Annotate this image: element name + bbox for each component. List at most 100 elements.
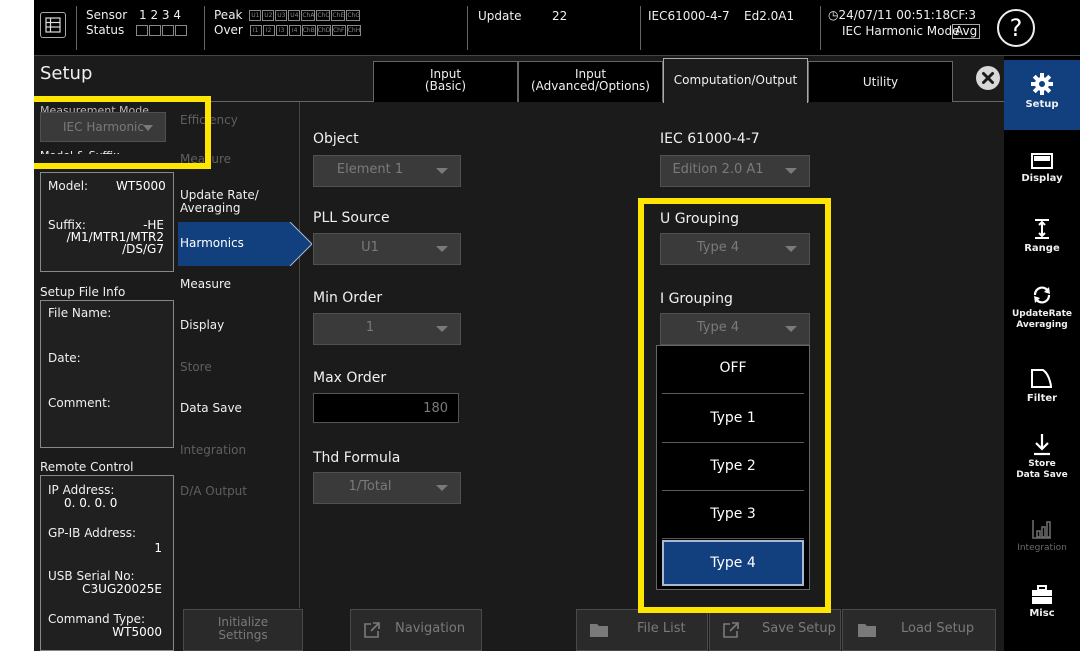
- usb-serial-value: C3UG20025E: [82, 582, 162, 596]
- menu-item-harmonics[interactable]: Harmonics: [178, 222, 312, 266]
- sidebar-item-misc[interactable]: Misc: [1004, 585, 1080, 619]
- avg-indicator: Avg: [952, 24, 981, 39]
- gpib-address-label: GP-IB Address:: [48, 526, 137, 540]
- tab-utility[interactable]: Utility: [808, 61, 953, 102]
- tab-input-basic[interactable]: Input (Basic): [373, 61, 518, 102]
- close-icon: [982, 72, 994, 84]
- menu-item-integration: Integration: [180, 443, 247, 457]
- load-setup-button[interactable]: Load Setup: [842, 609, 996, 651]
- file-list-button[interactable]: File List: [576, 609, 708, 651]
- file-name-label: File Name:: [48, 306, 112, 320]
- chevron-down-icon: [436, 485, 448, 491]
- thd-formula-label: Thd Formula: [313, 450, 401, 466]
- filter-icon: [1031, 369, 1052, 388]
- status-bar: Sensor 1 2 3 4 Status Peak U1 U2 U3 U4 ChA Ch…: [34, 0, 1080, 56]
- crest-factor: CF:3: [950, 8, 977, 22]
- standard-label: IEC61000-4-7: [648, 9, 730, 23]
- clock-icon: ◷: [828, 8, 839, 22]
- gear-icon: [1031, 73, 1053, 95]
- menu-grid-icon[interactable]: [40, 12, 66, 38]
- sidebar-item-range[interactable]: Range: [1004, 218, 1080, 254]
- selection-pointer-icon: [286, 222, 312, 266]
- model-value: WT5000: [116, 179, 166, 193]
- min-order-label: Min Order: [313, 290, 383, 306]
- over-indicators: I1 I2 I3 I4 ChB ChD ChF ChH: [249, 23, 362, 37]
- menu-item-measure[interactable]: Measure: [180, 278, 300, 291]
- status-label: Status: [86, 23, 125, 37]
- save-setup-button[interactable]: Save Setup: [709, 609, 841, 651]
- chevron-down-icon: [436, 168, 448, 174]
- refresh-icon: [1033, 286, 1051, 304]
- gpib-address-value: 1: [154, 541, 162, 555]
- help-button[interactable]: ?: [997, 9, 1035, 47]
- help-icon: ?: [1009, 14, 1023, 42]
- highlight-box-measurement-mode: [34, 96, 211, 169]
- close-button[interactable]: [976, 66, 1000, 90]
- initialize-settings-button[interactable]: Initialize Settings: [183, 609, 303, 651]
- sensor-label: Sensor: [86, 8, 128, 22]
- sidebar-item-setup[interactable]: Setup: [1004, 72, 1080, 110]
- chevron-down-icon: [785, 168, 797, 174]
- edition-label: Ed2.0A1: [744, 9, 795, 23]
- right-sidebar: [1004, 56, 1080, 651]
- pll-source-dropdown[interactable]: U1: [313, 233, 461, 265]
- peak-label: Peak: [214, 8, 243, 22]
- update-count: 22: [552, 9, 568, 23]
- status-indicators: [136, 23, 188, 37]
- max-order-label: Max Order: [313, 370, 387, 386]
- remote-control-label: Remote Control: [40, 460, 134, 474]
- instrument-screen: Sensor 1 2 3 4 Status Peak U1 U2 U3 U4 ChA Ch…: [34, 0, 1080, 651]
- object-dropdown[interactable]: Element 1: [313, 155, 461, 187]
- tab-computation-output[interactable]: Computation/Output: [663, 58, 808, 103]
- menu-item-display[interactable]: Display: [180, 319, 300, 332]
- display-icon: [1031, 153, 1053, 169]
- navigation-button[interactable]: Navigation: [350, 609, 482, 651]
- setup-file-info-label: Setup File Info: [40, 285, 126, 299]
- command-type-label: Command Type:: [48, 612, 146, 626]
- datetime: 24/07/11 00:51:18: [838, 8, 951, 22]
- iec-edition-dropdown[interactable]: Edition 2.0 A1: [660, 155, 810, 187]
- menu-item-da-output: D/A Output: [180, 484, 247, 498]
- mode-label: IEC Harmonic Mode: [842, 24, 960, 38]
- usb-serial-label: USB Serial No:: [48, 569, 135, 583]
- pll-source-label: PLL Source: [313, 210, 390, 226]
- download-icon: [1034, 434, 1050, 456]
- menu-item-data-save[interactable]: Data Save: [180, 402, 300, 415]
- sensor-channels: 1 2 3 4: [138, 8, 182, 22]
- highlight-box-grouping: [638, 198, 831, 613]
- iec-standard-label: IEC 61000-4-7: [660, 131, 760, 147]
- tab-input-advanced[interactable]: Input (Advanced/Options): [518, 61, 663, 102]
- command-type-value: WT5000: [112, 625, 162, 639]
- setup-file-info-box: [40, 300, 174, 448]
- range-icon: [1035, 219, 1049, 239]
- sidebar-item-integration: Integration: [1004, 518, 1080, 554]
- ip-address-value: 0. 0. 0. 0: [64, 496, 118, 510]
- update-label: Update: [478, 9, 522, 23]
- external-link-icon: [364, 622, 380, 638]
- date-label: Date:: [48, 351, 81, 365]
- over-label: Over: [214, 23, 243, 37]
- suffix-value-line3: /DS/G7: [122, 242, 164, 256]
- sidebar-item-update-rate[interactable]: UpdateRate Averaging: [1004, 284, 1080, 331]
- ip-address-label: IP Address:: [48, 483, 115, 497]
- page-title: Setup: [40, 63, 93, 84]
- folder-icon: [590, 624, 608, 637]
- integration-icon: [1032, 520, 1051, 539]
- menu-item-update-rate[interactable]: Update Rate/Averaging: [180, 189, 300, 215]
- max-order-input[interactable]: 180: [313, 393, 459, 423]
- menu-column-divider: [299, 102, 300, 608]
- comment-label: Comment:: [48, 396, 111, 410]
- menu-item-store: Store: [180, 360, 212, 374]
- sidebar-item-display[interactable]: Display: [1004, 152, 1080, 184]
- peak-indicators: U1 U2 U3 U4 ChA ChC ChE ChG: [249, 10, 361, 21]
- object-label: Object: [313, 131, 359, 147]
- folder-icon: [858, 624, 876, 637]
- sidebar-item-filter[interactable]: Filter: [1004, 366, 1080, 404]
- external-link-icon: [723, 622, 739, 638]
- chevron-down-icon: [436, 246, 448, 252]
- thd-formula-dropdown[interactable]: 1/Total: [313, 472, 461, 504]
- min-order-dropdown[interactable]: 1: [313, 313, 461, 345]
- sidebar-item-store-data-save[interactable]: Store Data Save: [1004, 432, 1080, 481]
- toolbox-icon: [1032, 585, 1052, 604]
- chevron-down-icon: [436, 326, 448, 332]
